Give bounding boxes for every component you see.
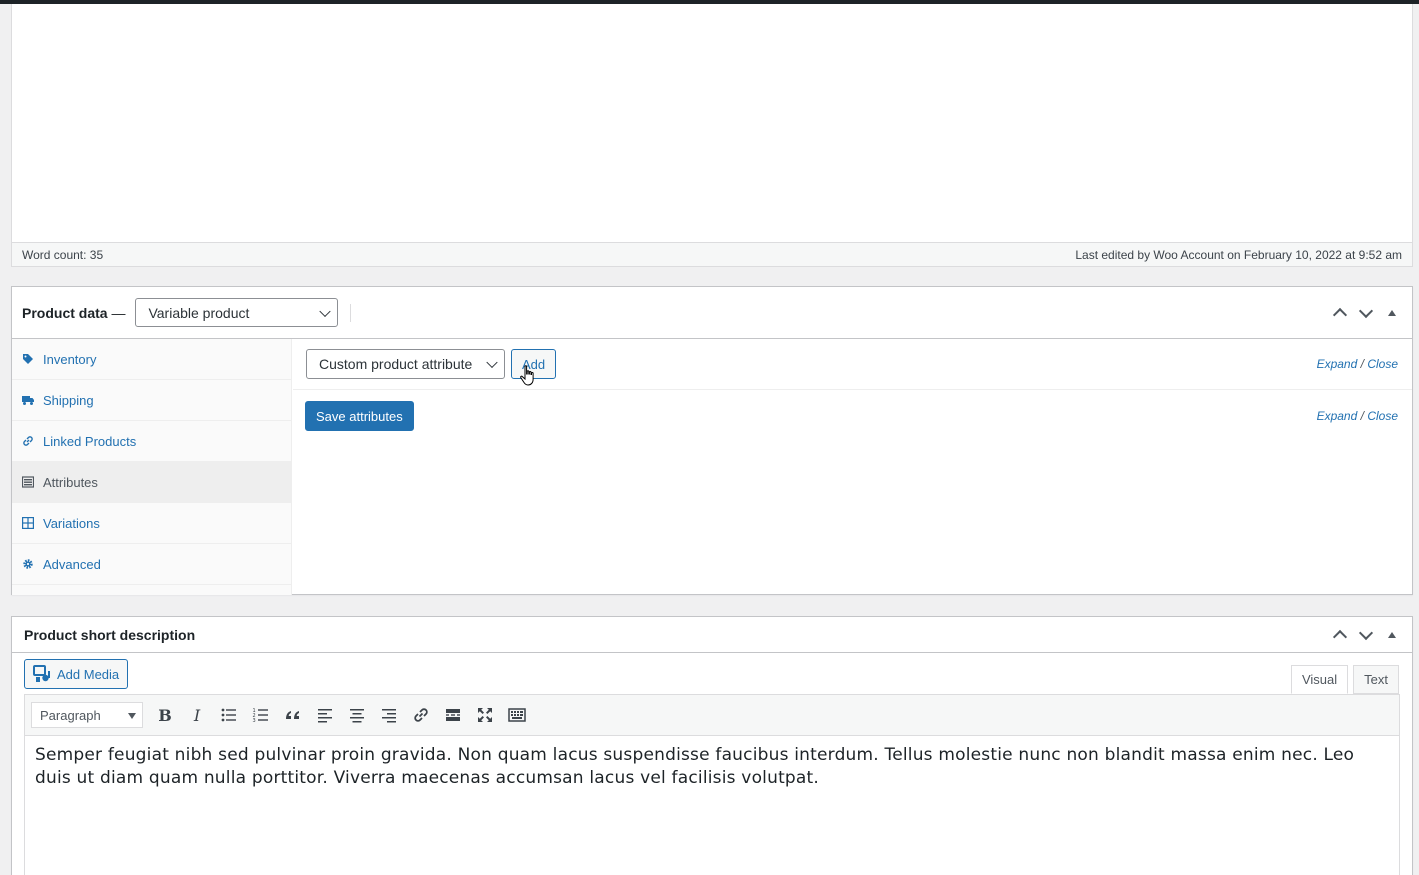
hand-cursor-icon <box>520 365 534 386</box>
truck-icon <box>22 394 34 406</box>
link-icon <box>22 435 34 447</box>
dropdown-arrow-icon <box>128 713 136 719</box>
product-data-tabs: Inventory Shipping Linked Products Attri… <box>12 339 292 595</box>
attributes-panel: Custom product attribute Add Expand / Cl… <box>293 339 1412 595</box>
media-icon <box>33 665 50 682</box>
box-handle-actions <box>1332 287 1400 338</box>
attribute-type-value: Custom product attribute <box>319 356 473 372</box>
expand-link[interactable]: Expand <box>1317 409 1358 423</box>
header-divider <box>350 303 352 322</box>
product-type-value: Variable product <box>148 304 250 321</box>
short-description-box: Product short description Add Media Visu… <box>11 616 1413 875</box>
italic-icon[interactable]: I <box>183 701 211 729</box>
editor-mode-tabs: Visual Text <box>1290 665 1399 694</box>
toolbar-toggle-icon[interactable] <box>503 701 531 729</box>
expand-close-links: Expand / Close <box>1317 357 1398 371</box>
expand-link[interactable]: Expand <box>1317 357 1358 371</box>
close-link[interactable]: Close <box>1367 357 1398 371</box>
insert-link-icon[interactable] <box>407 701 435 729</box>
chevron-down-icon <box>319 305 332 317</box>
editor-toolbar: Paragraph B I 123 <box>25 695 1399 736</box>
toggle-panel-icon[interactable] <box>1384 305 1400 321</box>
list-icon <box>22 476 34 488</box>
tab-visual[interactable]: Visual <box>1290 665 1349 694</box>
tag-icon <box>22 353 34 365</box>
move-down-icon[interactable] <box>1358 627 1374 643</box>
move-down-icon[interactable] <box>1358 305 1374 321</box>
short-description-content[interactable]: Semper feugiat nibh sed pulvinar proin g… <box>25 736 1399 798</box>
close-link[interactable]: Close <box>1367 409 1398 423</box>
short-description-header: Product short description <box>12 617 1412 653</box>
short-description-title: Product short description <box>24 626 196 643</box>
tab-label: Attributes <box>43 474 98 490</box>
separator: / <box>1360 357 1364 371</box>
short-description-editor: Paragraph B I 123 Semper feugiat nibh se… <box>24 694 1400 875</box>
read-more-icon[interactable] <box>439 701 467 729</box>
tab-variations[interactable]: Variations <box>12 503 291 544</box>
move-up-icon[interactable] <box>1332 305 1348 321</box>
gear-icon <box>22 558 34 570</box>
add-media-label: Add Media <box>57 666 120 682</box>
tab-advanced[interactable]: Advanced <box>12 544 291 585</box>
word-count: Word count: 35 <box>22 247 104 262</box>
tab-inventory[interactable]: Inventory <box>12 339 291 380</box>
attribute-type-select[interactable]: Custom product attribute <box>306 349 505 379</box>
editor-status-bar: Word count: 35 Last edited by Woo Accoun… <box>12 242 1412 266</box>
align-center-icon[interactable] <box>343 701 371 729</box>
grid-icon <box>22 517 34 529</box>
expand-close-links: Expand / Close <box>1317 409 1398 423</box>
tab-linked-products[interactable]: Linked Products <box>12 421 291 462</box>
content-editor-body[interactable] <box>12 4 1412 242</box>
numbered-list-icon[interactable]: 123 <box>247 701 275 729</box>
bullet-list-icon[interactable] <box>215 701 243 729</box>
last-edited: Last edited by Woo Account on February 1… <box>1075 247 1402 262</box>
content-editor: Word count: 35 Last edited by Woo Accoun… <box>11 4 1413 267</box>
product-data-header: Product data — Variable product <box>12 287 1412 339</box>
add-media-button[interactable]: Add Media <box>24 659 129 689</box>
tab-label: Shipping <box>43 392 94 408</box>
move-up-icon[interactable] <box>1332 627 1348 643</box>
product-type-select[interactable]: Variable product <box>135 298 339 327</box>
product-data-box: Product data — Variable product Inventor… <box>11 286 1413 595</box>
align-left-icon[interactable] <box>311 701 339 729</box>
format-value: Paragraph <box>40 707 101 723</box>
product-data-title: Product data — <box>22 304 126 321</box>
blockquote-icon[interactable] <box>279 701 307 729</box>
format-select[interactable]: Paragraph <box>31 702 143 728</box>
tab-attributes[interactable]: Attributes <box>12 462 291 503</box>
chevron-down-icon <box>486 356 498 369</box>
box-handle-actions <box>1332 617 1400 652</box>
tab-label: Advanced <box>43 556 101 572</box>
tab-label: Inventory <box>43 351 97 367</box>
svg-text:3: 3 <box>253 718 256 724</box>
attributes-toolbar: Custom product attribute Add Expand / Cl… <box>293 339 1412 390</box>
tab-label: Linked Products <box>43 433 137 449</box>
bold-icon[interactable]: B <box>151 701 179 729</box>
save-attributes-button[interactable]: Save attributes <box>305 401 414 431</box>
toggle-panel-icon[interactable] <box>1384 627 1400 643</box>
media-row: Add Media Visual Text <box>12 653 1412 694</box>
tab-shipping[interactable]: Shipping <box>12 380 291 421</box>
save-attributes-toolbar: Save attributes Expand / Close <box>293 390 1412 442</box>
fullscreen-icon[interactable] <box>471 701 499 729</box>
separator: / <box>1360 409 1364 423</box>
align-right-icon[interactable] <box>375 701 403 729</box>
tab-text[interactable]: Text <box>1353 665 1399 694</box>
tab-label: Variations <box>43 515 100 531</box>
